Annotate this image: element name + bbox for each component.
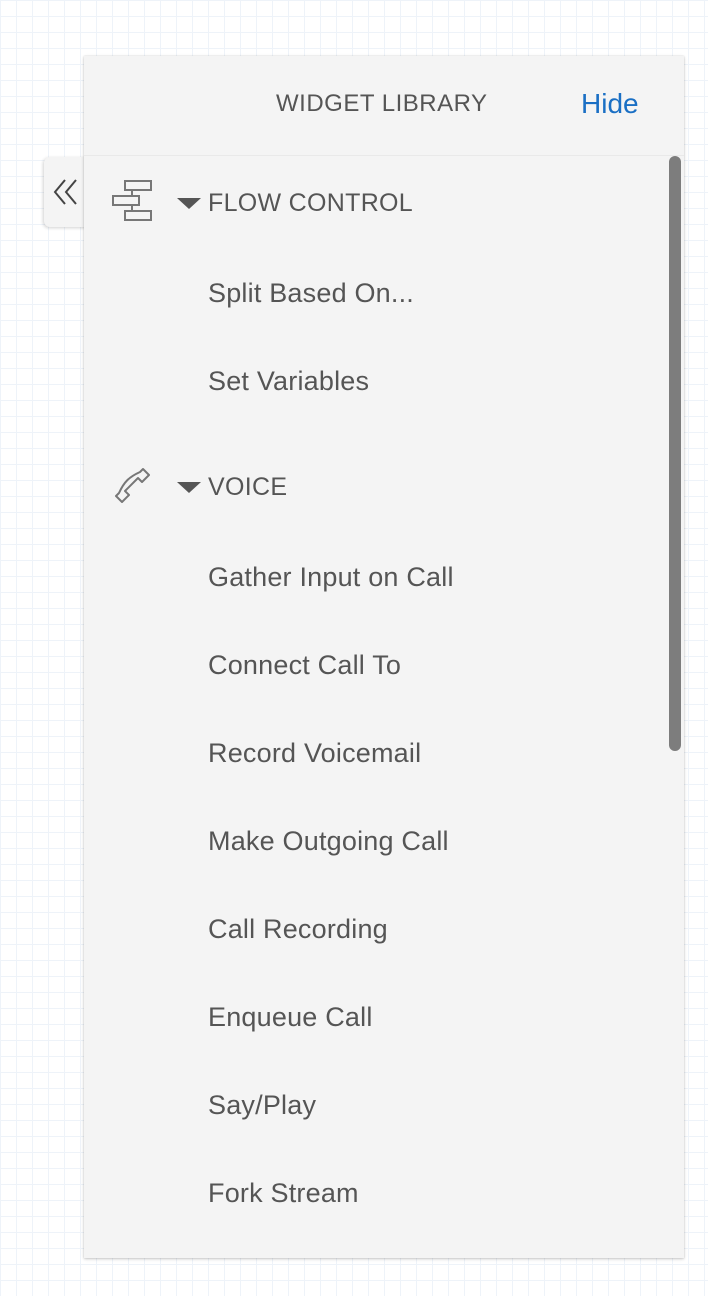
section-header-voice[interactable]: VOICE: [84, 440, 684, 534]
double-chevron-left-icon: [53, 179, 77, 205]
panel-header: WIDGET LIBRARY Hide: [84, 56, 684, 156]
section-label: VOICE: [208, 473, 288, 501]
hide-link[interactable]: Hide: [581, 88, 639, 120]
widget-library-panel: WIDGET LIBRARY Hide FLOW CONTROL Split B…: [84, 56, 684, 1258]
widget-item-label: Gather Input on Call: [208, 562, 454, 592]
widget-item-label: Set Variables: [208, 366, 370, 396]
widget-item-enqueue-call[interactable]: Enqueue Call: [84, 974, 684, 1062]
panel-title: WIDGET LIBRARY: [276, 90, 488, 117]
caret-down-icon: [177, 482, 201, 493]
scrollbar[interactable]: [667, 156, 684, 1258]
widget-item-label: Make Outgoing Call: [208, 826, 449, 856]
widget-item-label: Call Recording: [208, 914, 388, 944]
widget-item-record-voicemail[interactable]: Record Voicemail: [84, 710, 684, 798]
widget-item-call-recording[interactable]: Call Recording: [84, 886, 684, 974]
widget-item-gather-input-on-call[interactable]: Gather Input on Call: [84, 534, 684, 622]
widget-item-label: Record Voicemail: [208, 738, 422, 768]
scrollbar-thumb[interactable]: [669, 156, 681, 751]
widget-item-label: Say/Play: [208, 1090, 317, 1120]
widget-item-label: Enqueue Call: [208, 1002, 373, 1032]
widget-item-make-outgoing-call[interactable]: Make Outgoing Call: [84, 798, 684, 886]
widget-item-say-play[interactable]: Say/Play: [84, 1062, 684, 1150]
section-header-flow-control[interactable]: FLOW CONTROL: [84, 156, 684, 250]
widget-item-label: Fork Stream: [208, 1178, 359, 1208]
widget-item-connect-call-to[interactable]: Connect Call To: [84, 622, 684, 710]
phone-icon: [115, 468, 150, 503]
caret-down-icon: [177, 198, 201, 209]
widget-item-label: Split Based On...: [208, 278, 415, 308]
collapse-panel-button[interactable]: [44, 157, 88, 227]
widget-item-label: Connect Call To: [208, 650, 402, 680]
section-label: FLOW CONTROL: [208, 189, 413, 217]
widget-item-set-variables[interactable]: Set Variables: [84, 338, 684, 426]
widget-list: FLOW CONTROL Split Based On... Set Varia…: [84, 156, 684, 1238]
widget-item-split-based-on[interactable]: Split Based On...: [84, 250, 684, 338]
flow-control-icon: [112, 180, 152, 221]
widget-item-fork-stream[interactable]: Fork Stream: [84, 1150, 684, 1238]
